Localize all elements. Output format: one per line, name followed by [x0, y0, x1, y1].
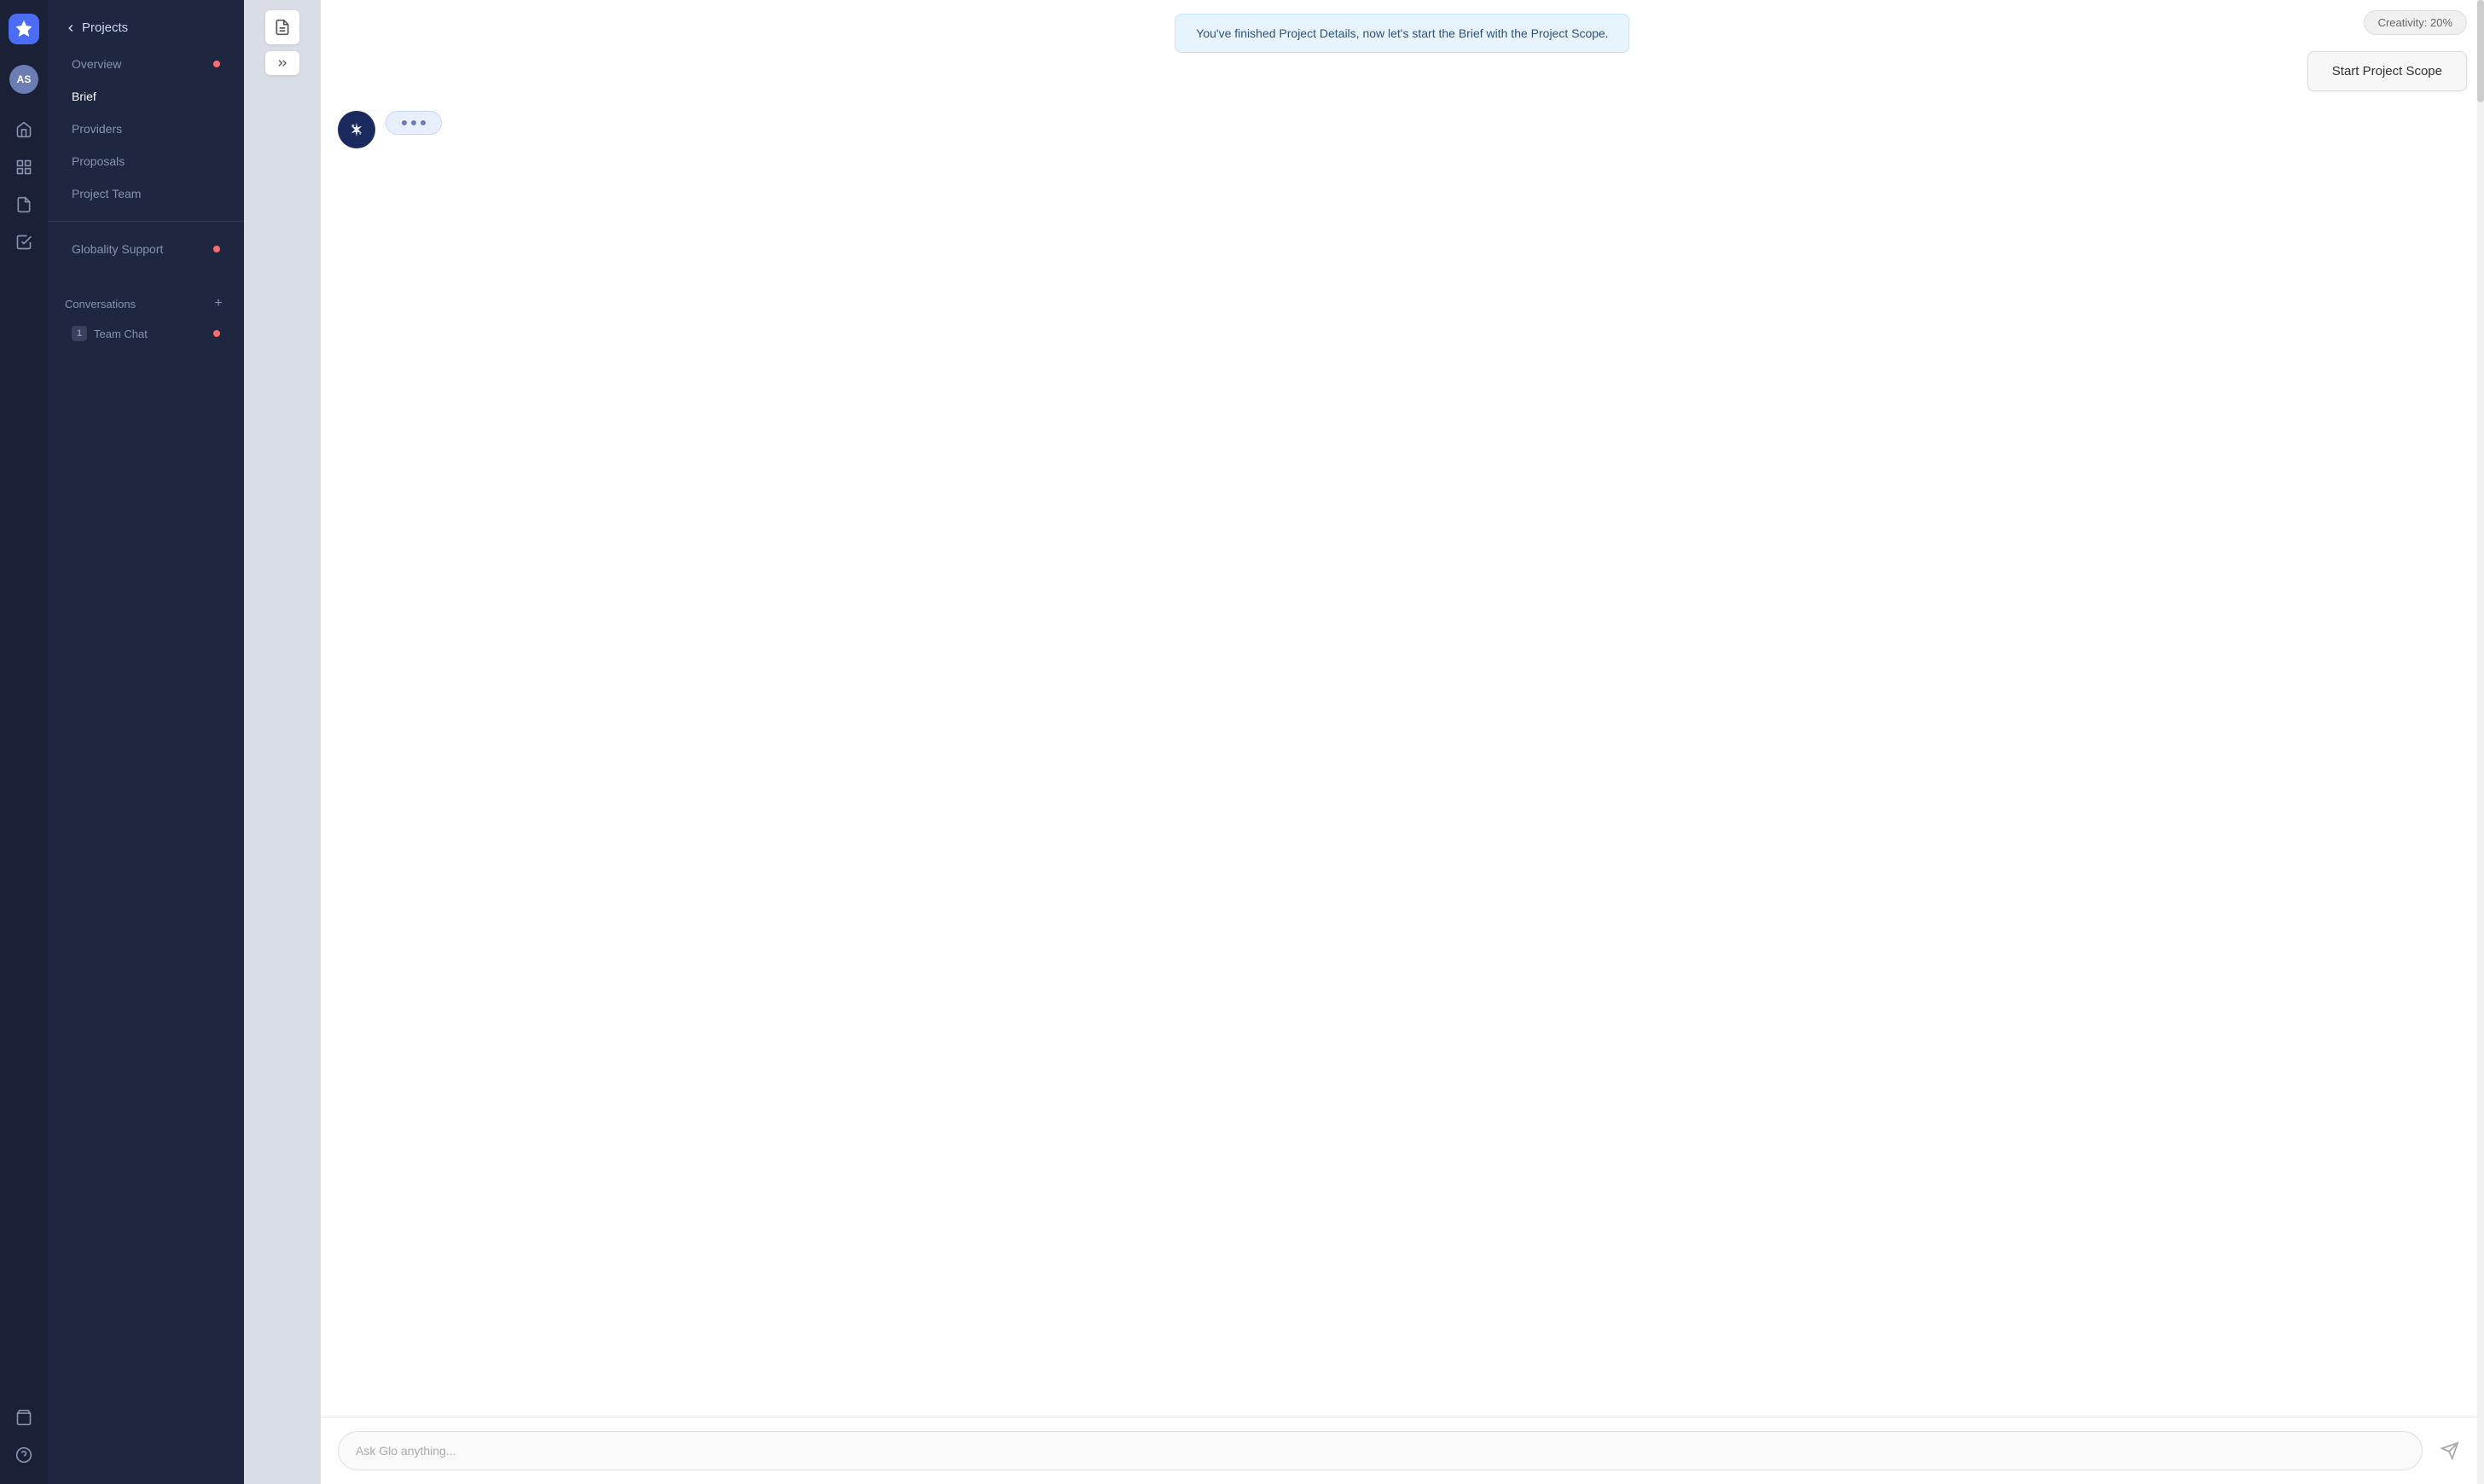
top-bar: Creativity: 20%	[2347, 0, 2484, 45]
sidebar-item-globality-support[interactable]: Globality Support	[55, 234, 237, 264]
list-icon[interactable]	[9, 152, 39, 183]
conversations-section: Conversations +	[48, 281, 244, 317]
conversations-label: Conversations	[65, 298, 136, 310]
sidebar-item-brief[interactable]: Brief	[55, 81, 237, 112]
check-circle-icon[interactable]	[9, 227, 39, 258]
sidebar-item-label: Providers	[72, 122, 122, 136]
overview-notification-dot	[213, 61, 220, 67]
icon-rail: AS	[0, 0, 48, 1484]
panel-collapse-button[interactable]	[265, 51, 299, 75]
sidebar: Projects Overview Brief Providers Propos…	[48, 0, 244, 1484]
sidebar-title: Projects	[82, 20, 128, 35]
notification-banner: You've finished Project Details, now let…	[1175, 14, 1629, 53]
sidebar-item-project-team[interactable]: Project Team	[55, 178, 237, 209]
send-button[interactable]	[2433, 1434, 2467, 1468]
main-content: Creativity: 20% You've finished Project …	[321, 0, 2484, 1484]
sidebar-item-label: Project Team	[72, 187, 141, 200]
bag-icon[interactable]	[9, 1402, 39, 1433]
user-avatar[interactable]: AS	[9, 65, 38, 94]
team-chat-label: Team Chat	[94, 328, 148, 340]
help-icon[interactable]	[9, 1440, 39, 1470]
sidebar-item-label: Globality Support	[72, 242, 163, 256]
chat-input[interactable]	[338, 1431, 2423, 1470]
home-icon[interactable]	[9, 114, 39, 145]
sidebar-item-overview[interactable]: Overview	[55, 49, 237, 79]
team-chat-number: 1	[72, 326, 87, 341]
dot-2	[411, 120, 416, 125]
dot-1	[402, 120, 407, 125]
sidebar-item-team-chat[interactable]: 1 Team Chat	[55, 319, 237, 348]
chat-bubble-area	[386, 111, 442, 135]
app-logo[interactable]	[9, 14, 39, 44]
document-panel-strip	[244, 0, 321, 1484]
add-conversation-button[interactable]: +	[210, 295, 227, 312]
start-project-scope-button[interactable]: Start Project Scope	[2307, 51, 2467, 91]
chat-typing-indicator[interactable]	[386, 111, 442, 135]
glo-avatar	[338, 111, 375, 148]
input-area	[321, 1417, 2484, 1484]
document-icon[interactable]	[265, 10, 299, 44]
sidebar-item-providers[interactable]: Providers	[55, 113, 237, 144]
scrollbar-track	[2477, 0, 2484, 1484]
sidebar-item-label: Overview	[72, 57, 121, 71]
dot-3	[421, 120, 426, 125]
globality-support-dot	[213, 246, 220, 252]
sidebar-nav: Overview Brief Providers Proposals Proje…	[48, 49, 244, 348]
creativity-badge: Creativity: 20%	[2364, 10, 2467, 35]
chat-message	[338, 111, 2467, 148]
sidebar-item-label: Brief	[72, 90, 96, 103]
sidebar-item-label: Proposals	[72, 154, 125, 168]
clipboard-icon[interactable]	[9, 189, 39, 220]
back-button[interactable]: Projects	[48, 14, 244, 49]
sidebar-item-proposals[interactable]: Proposals	[55, 146, 237, 177]
chat-area	[321, 0, 2484, 1417]
team-chat-dot	[213, 330, 220, 337]
